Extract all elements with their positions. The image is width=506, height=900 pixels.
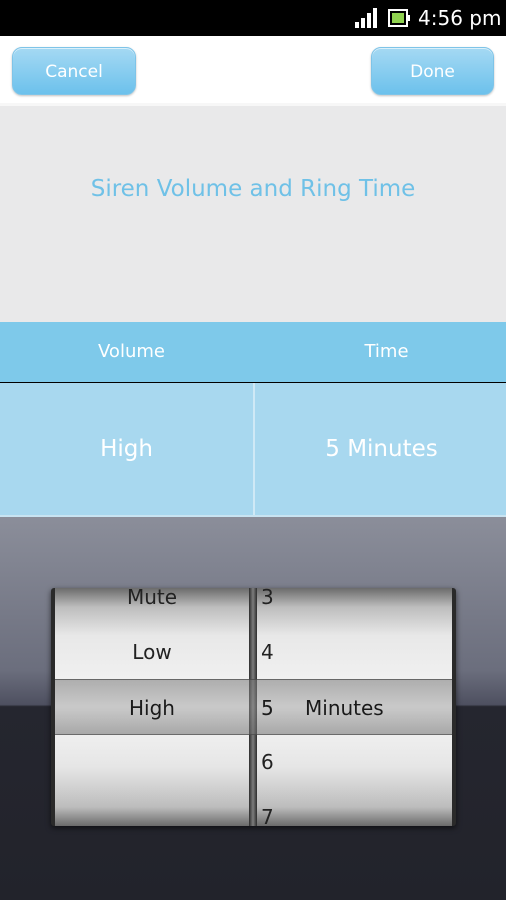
- time-header: Time: [364, 341, 409, 362]
- picker: Mute Low 3 4 6 7 High 5 Minutes: [51, 588, 456, 826]
- time-option-7[interactable]: 7: [261, 802, 301, 826]
- volume-option-mute[interactable]: Mute: [55, 588, 249, 612]
- status-bar: 4:56 pm: [0, 0, 506, 36]
- battery-icon: [388, 9, 410, 27]
- values-row: High 5 Minutes: [0, 383, 506, 516]
- time-unit-label: Minutes: [305, 696, 384, 720]
- selected-time[interactable]: 5: [261, 680, 291, 736]
- toolbar: Cancel Done: [0, 36, 506, 103]
- status-time: 4:56 pm: [418, 6, 502, 30]
- done-button[interactable]: Done: [371, 47, 494, 95]
- picker-selection-bar: High 5 Minutes: [55, 679, 452, 735]
- volume-value[interactable]: High: [0, 383, 253, 516]
- volume-option-low[interactable]: Low: [55, 637, 249, 667]
- time-option-3[interactable]: 3: [261, 588, 301, 612]
- cancel-button[interactable]: Cancel: [12, 47, 136, 95]
- title-area: Siren Volume and Ring Time: [0, 106, 506, 322]
- time-option-6[interactable]: 6: [261, 747, 301, 777]
- time-value[interactable]: 5 Minutes: [255, 383, 506, 516]
- volume-header: Volume: [98, 341, 165, 362]
- column-headers: Volume Time: [0, 322, 506, 382]
- signal-icon: [355, 8, 377, 28]
- time-option-4[interactable]: 4: [261, 637, 301, 667]
- selected-volume[interactable]: High: [55, 680, 249, 736]
- page-title: Siren Volume and Ring Time: [90, 176, 416, 202]
